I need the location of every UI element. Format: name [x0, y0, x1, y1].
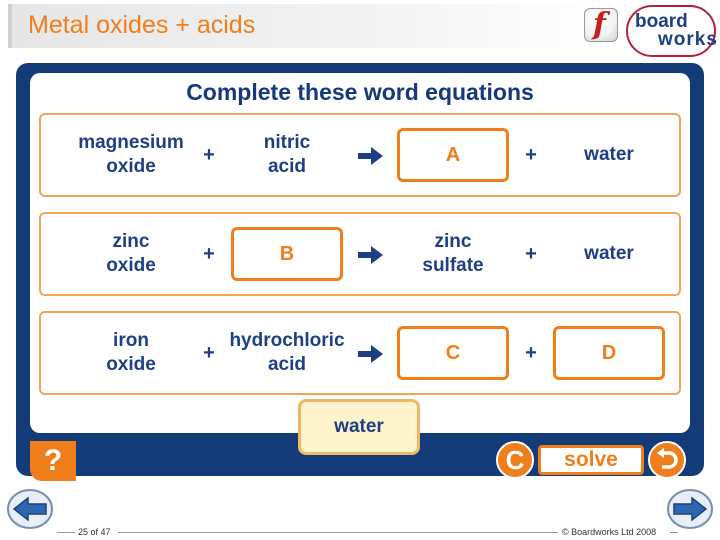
- arrow-right-icon: [358, 345, 383, 363]
- reactant-2: hydrochloric acid: [229, 330, 345, 375]
- plus-sign: +: [203, 143, 215, 166]
- product-1: zinc sulfate: [422, 231, 484, 276]
- undo-button[interactable]: [648, 441, 686, 479]
- reactant-1: magnesium oxide: [78, 132, 184, 177]
- drop-slot-c[interactable]: C: [397, 326, 509, 380]
- copyright-notice: © Boardworks Ltd 2008: [562, 527, 657, 537]
- drop-slot-a[interactable]: A: [397, 128, 509, 182]
- help-button[interactable]: ?: [30, 441, 76, 481]
- plus-sign: +: [525, 341, 537, 364]
- solve-button[interactable]: solve: [538, 445, 644, 475]
- footer-rule: [57, 532, 75, 533]
- reactant-2: nitric acid: [263, 132, 311, 177]
- logo-word-works: works: [658, 29, 718, 50]
- plus-sign: +: [203, 242, 215, 265]
- reactant-1: zinc oxide: [106, 231, 156, 276]
- page-count: 25 of 47: [78, 527, 111, 537]
- next-slide-button[interactable]: [666, 488, 714, 530]
- flash-logo-icon: f: [584, 7, 618, 42]
- title-bar: Metal oxides + acids f board works: [0, 0, 720, 58]
- undo-arrow-icon: [657, 448, 678, 469]
- product-2: water: [584, 243, 634, 264]
- reactant-1: iron oxide: [106, 330, 156, 375]
- flash-logo-glyph: f: [593, 7, 606, 42]
- boardworks-logo: board works: [626, 5, 718, 57]
- drop-slot-d[interactable]: D: [553, 326, 665, 380]
- page-title: Metal oxides + acids: [28, 11, 256, 39]
- plus-sign: +: [525, 242, 537, 265]
- footer-rule: [118, 532, 558, 533]
- clear-button[interactable]: C: [496, 441, 534, 479]
- equation-row-3: iron oxide + hydrochloric acid C + D: [39, 311, 681, 395]
- product-2: water: [584, 144, 634, 165]
- answer-tile-water[interactable]: water: [298, 399, 420, 455]
- equation-row-2: zinc oxide + B zinc sulfate + water: [39, 212, 681, 296]
- plus-sign: +: [525, 143, 537, 166]
- title-strip-accent: [8, 4, 12, 48]
- footer-rule: [670, 532, 678, 533]
- drop-slot-b[interactable]: B: [231, 227, 343, 281]
- activity-heading: Complete these word equations: [186, 79, 534, 105]
- equation-row-1: magnesium oxide + nitric acid A + water: [39, 113, 681, 197]
- arrow-right-icon: [358, 246, 383, 264]
- plus-sign: +: [203, 341, 215, 364]
- arrow-right-icon: [358, 147, 383, 165]
- previous-slide-button[interactable]: [6, 488, 54, 530]
